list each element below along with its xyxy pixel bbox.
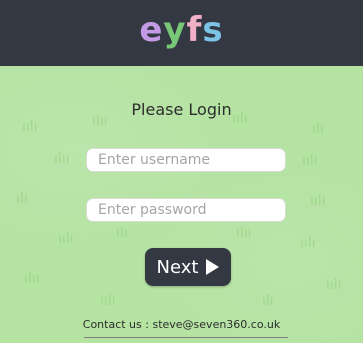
grass-tuft-icon: ılıı [54, 151, 70, 167]
grass-tuft-icon: ılı [116, 225, 128, 241]
grass-tuft-icon: ıılı [300, 235, 316, 251]
username-input[interactable] [86, 148, 286, 172]
logo-letter-y: y [163, 10, 187, 50]
contact-divider [84, 337, 288, 338]
grass-tuft-icon: ılıı [24, 271, 40, 287]
grass-tuft-icon: ıılı [302, 153, 318, 169]
logo-letter-e: e [139, 10, 164, 50]
contact-email-link[interactable]: steve@seven360.co.uk [152, 318, 280, 331]
app-logo: eyfs [139, 13, 223, 47]
grass-tuft-icon: ılı [262, 293, 274, 309]
grass-tuft-icon: ıılı [310, 193, 326, 209]
contact-label: Contact us : [82, 318, 149, 331]
play-icon [206, 259, 220, 275]
app-frame: eyfs ıılı ılıı ıılı ılı ılıı ıılı ılı ıı… [0, 0, 363, 343]
grass-tuft-icon: ıılı [100, 293, 116, 309]
grass-tuft-icon: ılı [312, 121, 324, 137]
contact-line: Contact us : steve@seven360.co.uk [0, 318, 363, 331]
grass-tuft-icon: ılı [16, 191, 28, 207]
grass-tuft-icon: ıılı [58, 231, 74, 247]
next-button-label: Next [156, 256, 199, 278]
logo-letter-s: s [202, 10, 224, 50]
grass-tuft-icon: ıılı [22, 119, 38, 135]
logo-letter-f: f [186, 10, 203, 50]
grass-tuft-icon: ılıı [236, 225, 252, 241]
page-title: Please Login [131, 100, 232, 119]
password-input[interactable] [86, 198, 286, 222]
header-bar: eyfs [0, 0, 363, 66]
grass-tuft-icon: ıılı [326, 277, 342, 293]
next-button[interactable]: Next [145, 248, 231, 286]
